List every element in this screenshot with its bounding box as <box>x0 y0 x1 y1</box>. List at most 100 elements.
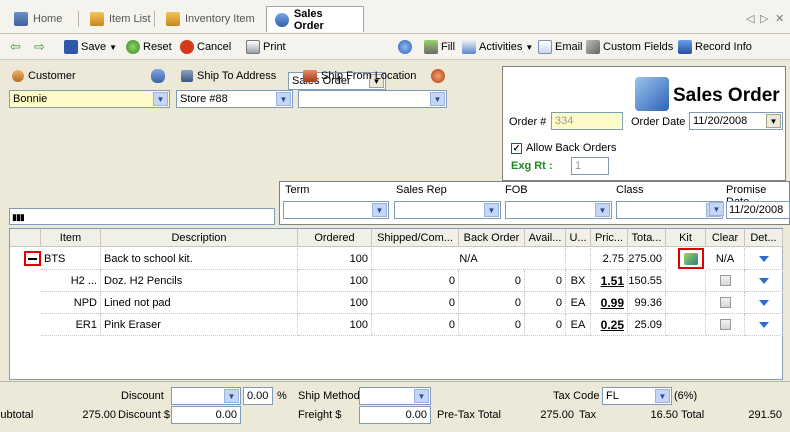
column-header-details[interactable]: Det... <box>745 229 783 247</box>
record-info-button[interactable]: Record Info <box>678 38 752 56</box>
tab-sales-order[interactable]: Sales Order <box>266 6 364 32</box>
sales-rep-select[interactable]: ▼ <box>394 201 501 219</box>
cell-item[interactable]: ER1 <box>41 314 101 336</box>
fill-button[interactable]: Fill <box>424 38 455 56</box>
cell-ordered[interactable]: 100 <box>298 270 372 292</box>
chevron-down-icon[interactable]: ▼ <box>414 389 429 403</box>
cell-description[interactable]: Pink Eraser <box>101 314 298 336</box>
column-header-total[interactable]: Tota... <box>628 229 666 247</box>
column-header-ordered[interactable]: Ordered <box>298 229 372 247</box>
table-row[interactable]: ER1 Pink Eraser 100 0 0 0 EA 0.25 25.09 <box>10 314 783 336</box>
forward-arrow-icon[interactable]: ⇨ <box>34 38 45 56</box>
cell-back-order[interactable]: 0 <box>459 292 525 314</box>
memo-field[interactable] <box>9 208 275 225</box>
column-header-unit[interactable]: U... <box>566 229 591 247</box>
details-button[interactable] <box>745 314 783 336</box>
customer-lookup-icon[interactable] <box>151 69 165 83</box>
tab-inventory-item[interactable]: Inventory Item <box>158 6 263 32</box>
table-row-kit[interactable]: BTS Back to school kit. 100 N/A 2.75 275… <box>10 248 783 270</box>
cell-back-order[interactable]: 0 <box>459 314 525 336</box>
check-icon[interactable]: ✓ <box>511 142 522 154</box>
customer-select[interactable]: Bonnie ▼ <box>9 90 170 108</box>
cell-description[interactable]: Back to school kit. <box>101 248 298 270</box>
class-select[interactable]: ▼ <box>616 201 723 219</box>
tab-next-icon[interactable]: ▷ <box>760 12 768 25</box>
column-header-back-order[interactable]: Back Order <box>459 229 525 247</box>
term-select[interactable]: ▼ <box>283 201 389 219</box>
ship-method-select[interactable]: ▼ <box>359 387 431 405</box>
fob-select[interactable]: ▼ <box>505 201 612 219</box>
cell-unit[interactable]: EA <box>566 314 591 336</box>
activities-button[interactable]: Activities ▼ <box>462 38 533 56</box>
discount-select[interactable]: ▼ <box>171 387 241 405</box>
column-header-clear[interactable]: Clear <box>706 229 745 247</box>
kit-button[interactable] <box>678 248 704 269</box>
clear-checkbox[interactable] <box>706 270 745 292</box>
chevron-down-icon[interactable] <box>758 277 769 284</box>
ship-from-select[interactable]: ▼ <box>298 90 447 108</box>
table-row[interactable]: H2 ... Doz. H2 Pencils 100 0 0 0 BX 1.51… <box>10 270 783 292</box>
tab-home[interactable]: Home <box>6 6 70 32</box>
clear-checkbox[interactable] <box>706 314 745 336</box>
chevron-down-icon[interactable]: ▼ <box>595 203 610 217</box>
cell-item[interactable]: H2 ... <box>41 270 101 292</box>
save-button[interactable]: Save ▼ <box>64 38 117 56</box>
chevron-down-icon[interactable]: ▼ <box>372 203 387 217</box>
cell-price[interactable]: 2.75 <box>591 248 628 270</box>
print-button[interactable]: Print <box>246 38 286 56</box>
order-number-field[interactable]: 334 <box>551 112 623 130</box>
back-arrow-icon[interactable]: ⇦ <box>10 38 21 56</box>
chevron-down-icon[interactable]: ▼ <box>430 92 445 106</box>
cell-price[interactable]: 1.51 <box>591 270 628 292</box>
column-header-available[interactable]: Avail... <box>525 229 566 247</box>
chevron-down-icon[interactable]: ▼ <box>766 114 781 128</box>
freight-field[interactable]: 0.00 <box>359 406 431 424</box>
cell-description[interactable]: Lined not pad <box>101 292 298 314</box>
column-header-price[interactable]: Pric... <box>591 229 628 247</box>
details-button[interactable] <box>745 248 783 270</box>
cell-ordered[interactable]: 100 <box>298 314 372 336</box>
tab-prev-icon[interactable]: ◁ <box>746 12 754 25</box>
chevron-down-icon[interactable]: ▼ <box>484 203 499 217</box>
chevron-down-icon[interactable]: ▼ <box>655 389 670 403</box>
discount-amount-field[interactable]: 0.00 <box>171 406 241 424</box>
ship-to-select[interactable]: Store #88 ▼ <box>176 90 293 108</box>
cell-price[interactable]: 0.25 <box>591 314 628 336</box>
cell-price[interactable]: 0.99 <box>591 292 628 314</box>
order-date-field[interactable]: 11/20/2008 ▼ <box>689 112 783 130</box>
cell-shipped[interactable]: 0 <box>372 292 459 314</box>
cell-unit[interactable]: EA <box>566 292 591 314</box>
column-header-description[interactable]: Description <box>101 229 298 247</box>
column-header-shipped[interactable]: Shipped/Com... <box>372 229 459 247</box>
promise-date-field[interactable]: 11/20/2008 <box>726 201 790 219</box>
chevron-down-icon[interactable] <box>758 255 769 262</box>
chevron-down-icon[interactable] <box>758 321 769 328</box>
column-header-kit[interactable]: Kit <box>666 229 706 247</box>
discount-percent-field[interactable]: 0.00 <box>243 387 273 405</box>
clear-checkbox[interactable] <box>706 292 745 314</box>
cell-ordered[interactable]: 100 <box>298 292 372 314</box>
checkbox-icon[interactable] <box>719 319 731 330</box>
save-dropdown-icon[interactable]: ▼ <box>109 43 117 52</box>
collapse-kit-button[interactable] <box>24 251 41 266</box>
chevron-down-icon[interactable]: ▼ <box>224 389 239 403</box>
cell-item[interactable]: BTS <box>41 248 101 270</box>
cell-unit[interactable]: BX <box>566 270 591 292</box>
cell-description[interactable]: Doz. H2 Pencils <box>101 270 298 292</box>
checkbox-icon[interactable] <box>719 275 731 286</box>
chevron-down-icon[interactable]: ▼ <box>709 202 724 216</box>
chevron-down-icon[interactable]: ▼ <box>153 92 168 106</box>
cell-ordered[interactable]: 100 <box>298 248 372 270</box>
cancel-button[interactable]: Cancel <box>180 38 231 56</box>
checkbox-icon[interactable] <box>719 297 731 308</box>
location-lookup-icon[interactable] <box>431 69 445 83</box>
chevron-down-icon[interactable] <box>758 299 769 306</box>
chevron-down-icon[interactable]: ▼ <box>276 92 291 106</box>
cell-back-order[interactable]: 0 <box>459 270 525 292</box>
cell-shipped[interactable]: 0 <box>372 270 459 292</box>
table-row[interactable]: NPD Lined not pad 100 0 0 0 EA 0.99 99.3… <box>10 292 783 314</box>
email-button[interactable]: Email <box>538 38 583 56</box>
tax-code-select[interactable]: FL ▼ <box>602 387 672 405</box>
details-button[interactable] <box>745 292 783 314</box>
column-header-item[interactable]: Item <box>41 229 101 247</box>
